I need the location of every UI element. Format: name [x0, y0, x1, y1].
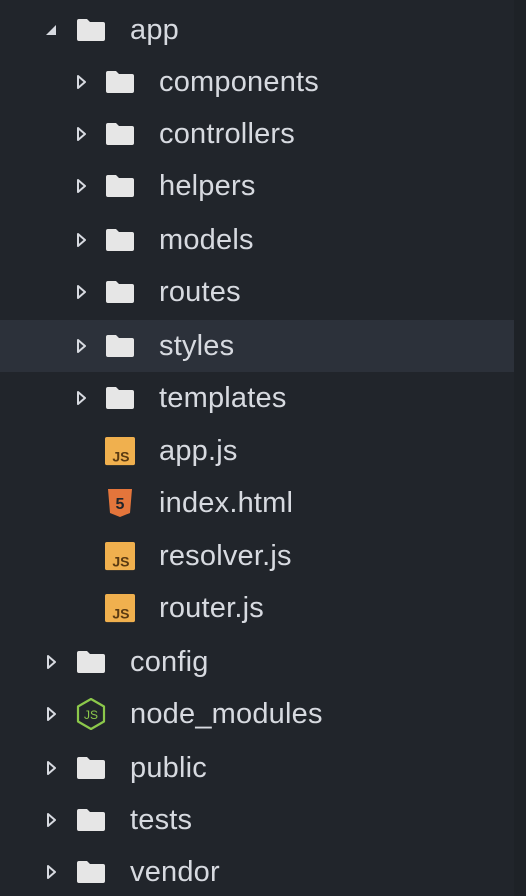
tree-item-label: helpers — [159, 170, 256, 202]
html5-file-icon: 5 — [105, 477, 135, 529]
nodejs-badge-text: JS — [84, 708, 98, 722]
tree-item-label: templates — [159, 382, 287, 414]
tree-item-config[interactable]: config — [0, 636, 514, 688]
tree-item-node-modules[interactable]: JS node_modules — [0, 688, 514, 740]
folder-icon — [105, 160, 135, 212]
tree-item-public[interactable]: public — [0, 742, 514, 794]
tree-item-label: controllers — [159, 118, 295, 150]
tree-item-tests[interactable]: tests — [0, 794, 514, 846]
folder-icon — [76, 4, 106, 56]
chevron-right-icon[interactable] — [74, 320, 88, 372]
tree-item-label: tests — [130, 804, 193, 836]
tree-item-label: models — [159, 224, 254, 256]
chevron-down-icon[interactable] — [44, 4, 58, 56]
js-badge-text: JS — [112, 553, 129, 569]
tree-item-router-js[interactable]: JS router.js — [0, 582, 514, 634]
tree-item-label: public — [130, 752, 207, 784]
folder-icon — [76, 636, 106, 688]
nodejs-icon: JS — [76, 688, 106, 740]
tree-item-templates[interactable]: templates — [0, 372, 514, 424]
tree-item-resolver-js[interactable]: JS resolver.js — [0, 530, 514, 582]
tree-item-label: app.js — [159, 435, 238, 467]
tree-item-routes[interactable]: routes — [0, 266, 514, 318]
chevron-right-icon[interactable] — [74, 214, 88, 266]
scrollbar-track[interactable] — [514, 0, 526, 896]
folder-icon — [105, 372, 135, 424]
tree-item-label: config — [130, 646, 209, 678]
js-file-icon: JS — [105, 582, 135, 634]
tree-item-label: router.js — [159, 592, 264, 624]
js-file-icon: JS — [105, 425, 135, 477]
chevron-right-icon[interactable] — [44, 688, 58, 740]
js-badge-text: JS — [112, 605, 129, 621]
chevron-right-icon[interactable] — [74, 372, 88, 424]
tree-item-app-js[interactable]: JS app.js — [0, 425, 514, 477]
js-file-icon: JS — [105, 530, 135, 582]
js-badge-text: JS — [112, 448, 129, 464]
chevron-right-icon[interactable] — [74, 108, 88, 160]
tree-item-label: app — [130, 14, 179, 46]
tree-item-controllers[interactable]: controllers — [0, 108, 514, 160]
chevron-right-icon[interactable] — [44, 636, 58, 688]
tree-item-label: routes — [159, 276, 241, 308]
tree-item-label: index.html — [159, 487, 294, 519]
chevron-right-icon[interactable] — [44, 742, 58, 794]
chevron-right-icon[interactable] — [74, 56, 88, 108]
html5-badge-text: 5 — [116, 496, 125, 513]
folder-icon — [105, 108, 135, 160]
file-tree: app components controllers helpers model… — [0, 0, 514, 896]
tree-item-label: styles — [159, 330, 235, 362]
folder-icon — [76, 846, 106, 896]
tree-item-components[interactable]: components — [0, 56, 514, 108]
chevron-right-icon[interactable] — [74, 160, 88, 212]
folder-icon — [105, 320, 135, 372]
chevron-right-icon[interactable] — [74, 266, 88, 318]
chevron-right-icon[interactable] — [44, 846, 58, 896]
folder-icon — [105, 266, 135, 318]
folder-icon — [105, 214, 135, 266]
tree-item-models[interactable]: models — [0, 214, 514, 266]
tree-item-styles[interactable]: styles — [0, 320, 514, 372]
tree-item-helpers[interactable]: helpers — [0, 160, 514, 212]
tree-item-label: components — [159, 66, 319, 98]
tree-item-label: vendor — [130, 856, 220, 888]
chevron-right-icon[interactable] — [44, 794, 58, 846]
folder-icon — [76, 794, 106, 846]
tree-item-label: resolver.js — [159, 540, 292, 572]
tree-item-vendor[interactable]: vendor — [0, 846, 514, 896]
tree-item-label: node_modules — [130, 698, 323, 730]
tree-item-app[interactable]: app — [0, 4, 514, 56]
tree-item-index-html[interactable]: 5 index.html — [0, 477, 514, 529]
folder-icon — [76, 742, 106, 794]
folder-icon — [105, 56, 135, 108]
